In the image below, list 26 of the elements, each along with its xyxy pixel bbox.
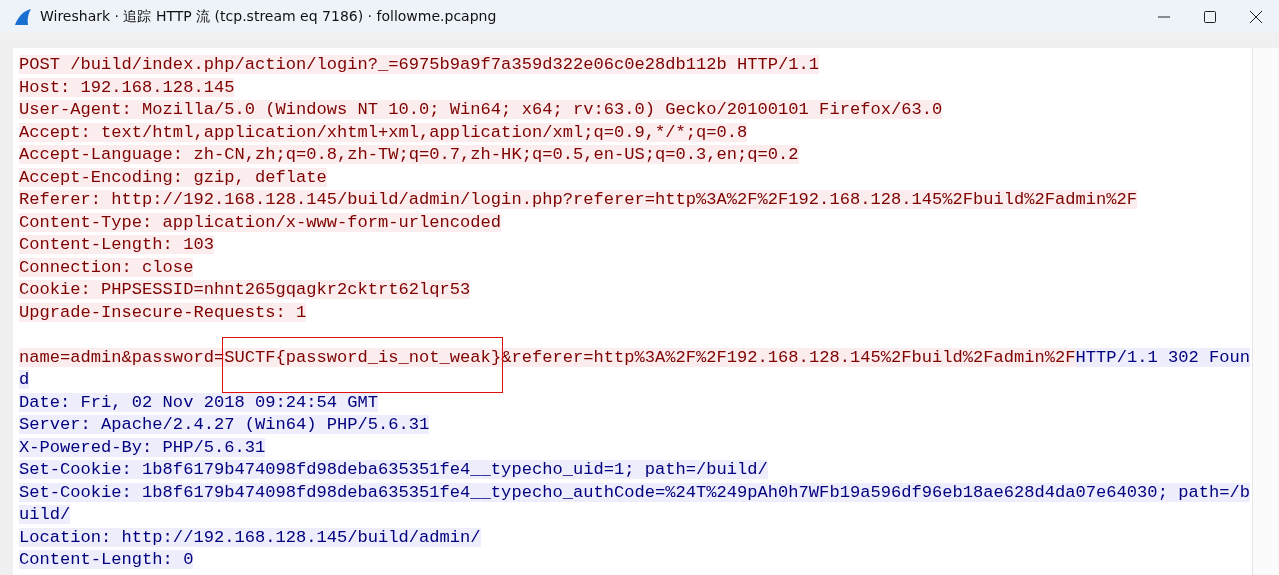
request-text: Upgrade-Insecure-Requests: 1 bbox=[19, 302, 307, 322]
request-text: Accept-Encoding: gzip, deflate bbox=[19, 167, 327, 187]
request-text: Connection: close bbox=[19, 257, 194, 277]
window-title: Wireshark · 追踪 HTTP 流 (tcp.stream eq 7186) · followme.pcapng bbox=[40, 7, 498, 26]
request-text: POST /build/index.php/action/login?_=6975b9a9f7a359d322e06c0e28db112b HTTP/1.1 bbox=[19, 55, 820, 74]
maximize-icon bbox=[1204, 10, 1216, 23]
request-text: Content-Length: 103 bbox=[19, 235, 214, 254]
request-text: Content-Type: application/x-www-form-urlencoded bbox=[19, 212, 502, 232]
response-text: X-Powered-By: PHP/5.6.31 bbox=[19, 437, 266, 457]
request-text: Host: 192.168.128.145 bbox=[19, 77, 235, 97]
response-text: Content-Length: 0 bbox=[19, 550, 194, 569]
response-text: uild/ bbox=[19, 505, 71, 524]
request-text: Accept: text/html,application/xhtml+xml,application/xml;q=0.9,*/*;q=0.8 bbox=[19, 122, 748, 142]
response-text: d bbox=[19, 370, 30, 389]
close-icon bbox=[1250, 10, 1262, 23]
response-text: Server: Apache/2.4.27 (Win64) PHP/5.6.31 bbox=[19, 415, 430, 434]
response-text: Location: http://192.168.128.145/build/admin/ bbox=[19, 527, 481, 547]
response-text: Set-Cookie: 1b8f6179b474098fd98deba635351fe4__typecho_uid=1; path=/build/ bbox=[19, 460, 768, 479]
response-text: Date: Fri, 02 Nov 2018 09:24:54 GMT bbox=[19, 392, 379, 412]
request-text: Referer: http://192.168.128.145/build/admin/login.php?referer=http%3A%2F%2F192.168.128.145%2Fbuild%2Fadmin%2F bbox=[19, 190, 1138, 209]
request-text: User-Agent: Mozilla/5.0 (Windows NT 10.0; Win64; x64; rv:63.0) Gecko/20100101 Firefox/63.0 bbox=[19, 100, 943, 119]
request-text: Cookie: PHPSESSID=nhnt265gqagkr2cktrt62lqr53 bbox=[19, 280, 471, 299]
request-text: Accept-Language: zh-CN,zh;q=0.8,zh-TW;q=0.7,zh-HK;q=0.5,en-US;q=0.3,en;q=0.2 bbox=[19, 145, 799, 164]
shark-fin-icon bbox=[14, 8, 32, 25]
response-text: HTTP/1.1 302 Foun bbox=[1075, 347, 1250, 367]
response-text: Set-Cookie: 1b8f6179b474098fd98deba635351fe4__typecho_authCode=%24T%249pAh0h7WFb19a596df96eb18ae628d4da07e64030; path=/b bbox=[19, 482, 1250, 502]
